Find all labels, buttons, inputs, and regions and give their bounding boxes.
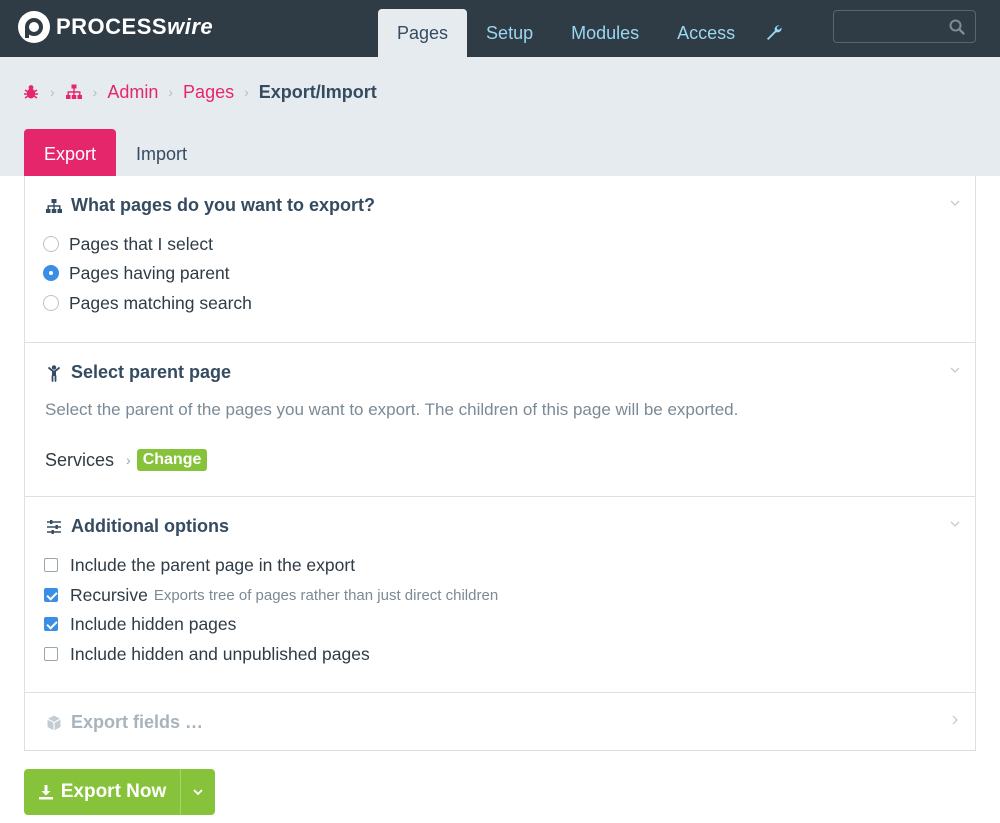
checkbox[interactable] — [44, 588, 58, 602]
processwire-logo[interactable]: PROCESSwire — [18, 11, 213, 43]
page-title: Export/Import — [258, 81, 377, 102]
chevron-down-icon[interactable] — [949, 518, 961, 530]
checkbox-label: Include hidden pages — [70, 613, 237, 634]
sliders-icon — [47, 519, 61, 534]
sitemap-icon — [65, 84, 82, 99]
main-nav: Pages Setup Modules Access — [378, 9, 794, 57]
download-icon — [38, 785, 53, 800]
logo-text: PROCESSwire — [56, 14, 214, 39]
nav-item-tools[interactable] — [754, 9, 794, 57]
checkbox[interactable] — [44, 617, 58, 631]
section-export-fields[interactable]: Export fields … — [24, 692, 976, 751]
breadcrumb-separator: › — [50, 84, 55, 100]
search-input[interactable] — [833, 10, 976, 43]
section-title[interactable]: Select parent page — [45, 362, 231, 383]
tab-export[interactable]: Export — [24, 129, 117, 176]
breadcrumb-admin[interactable]: Admin — [107, 82, 158, 103]
radio-label: Pages matching search — [69, 292, 252, 313]
breadcrumb-separator: › — [168, 84, 174, 100]
section-which-pages: What pages do you want to export? Pages … — [24, 176, 976, 343]
chevron-down-icon — [193, 789, 203, 796]
export-now-main[interactable]: Export Now — [24, 769, 181, 815]
wrench-icon — [767, 25, 782, 40]
radio-pages-search[interactable]: Pages matching search — [43, 291, 252, 315]
nav-item-access[interactable]: Access — [658, 9, 754, 57]
breadcrumb-separator: › — [92, 84, 98, 100]
chevron-right-icon[interactable] — [949, 714, 961, 726]
radio-button[interactable] — [43, 236, 59, 252]
section-title-text: Export fields … — [71, 712, 204, 732]
export-now-label: Export Now — [60, 781, 167, 802]
section-description: Select the parent of the pages you want … — [45, 400, 739, 419]
selected-page-label: Services — [45, 449, 115, 470]
search-icon[interactable] — [948, 18, 966, 36]
radio-label: Pages having parent — [69, 262, 230, 283]
checkbox-note: Exports tree of pages rather than just d… — [153, 586, 499, 604]
checkbox-label: Include hidden and unpublished pages — [70, 643, 370, 664]
export-dropdown-toggle[interactable] — [181, 769, 215, 815]
child-icon — [48, 364, 60, 382]
breadcrumb-separator: › — [244, 84, 249, 100]
section-title[interactable]: What pages do you want to export? — [45, 195, 375, 216]
top-bar: PROCESSwire Pages Setup Modules Access — [0, 0, 1000, 57]
chevron-right-icon: › — [126, 452, 131, 468]
breadcrumb-pages[interactable]: Pages — [183, 82, 234, 103]
export-now-button[interactable]: Export Now — [24, 769, 215, 815]
chevron-down-icon[interactable] — [949, 364, 961, 376]
nav-item-pages[interactable]: Pages — [378, 9, 468, 57]
breadcrumb-tree[interactable] — [65, 82, 83, 103]
checkbox[interactable] — [44, 647, 58, 661]
radio-pages-parent[interactable]: Pages having parent — [43, 261, 230, 285]
chevron-down-icon[interactable] — [949, 197, 961, 209]
section-additional-options: Additional options Include the parent pa… — [24, 496, 976, 693]
section-title-text: What pages do you want to export? — [71, 195, 376, 215]
radio-pages-select[interactable]: Pages that I select — [43, 232, 213, 256]
bug-icon — [24, 84, 38, 99]
change-parent-button[interactable]: Change — [136, 449, 208, 471]
radio-label: Pages that I select — [69, 233, 213, 254]
section-parent-page: Select parent page Select the parent of … — [24, 342, 976, 497]
nav-item-modules[interactable]: Modules — [552, 9, 658, 57]
radio-button[interactable] — [43, 265, 59, 281]
sitemap-icon — [46, 198, 62, 213]
breadcrumb-home[interactable] — [22, 82, 40, 103]
selected-parent-row: Services › Change — [45, 447, 208, 473]
section-title[interactable]: Additional options — [45, 516, 229, 537]
checkbox-include-unpublished[interactable]: Include hidden and unpublished pages — [43, 642, 370, 666]
processwire-logo-icon — [18, 11, 50, 43]
tab-bar: Export Import — [24, 129, 207, 176]
section-title-text: Select parent page — [71, 362, 232, 382]
checkbox-label: Recursive — [70, 584, 148, 605]
checkbox-include-hidden[interactable]: Include hidden pages — [43, 612, 236, 636]
cube-icon — [47, 715, 61, 730]
checkbox-recursive[interactable]: Recursive Exports tree of pages rather t… — [43, 583, 498, 607]
nav-item-setup[interactable]: Setup — [467, 9, 552, 57]
breadcrumb: › › Admin › Pages › Export/Import — [22, 80, 377, 104]
section-title-text: Additional options — [71, 516, 229, 536]
section-title[interactable]: Export fields … — [45, 712, 203, 733]
checkbox-include-parent[interactable]: Include the parent page in the export — [43, 553, 355, 577]
checkbox[interactable] — [44, 558, 58, 572]
tab-import[interactable]: Import — [116, 129, 207, 176]
checkbox-label: Include the parent page in the export — [70, 554, 356, 575]
radio-button[interactable] — [43, 295, 59, 311]
